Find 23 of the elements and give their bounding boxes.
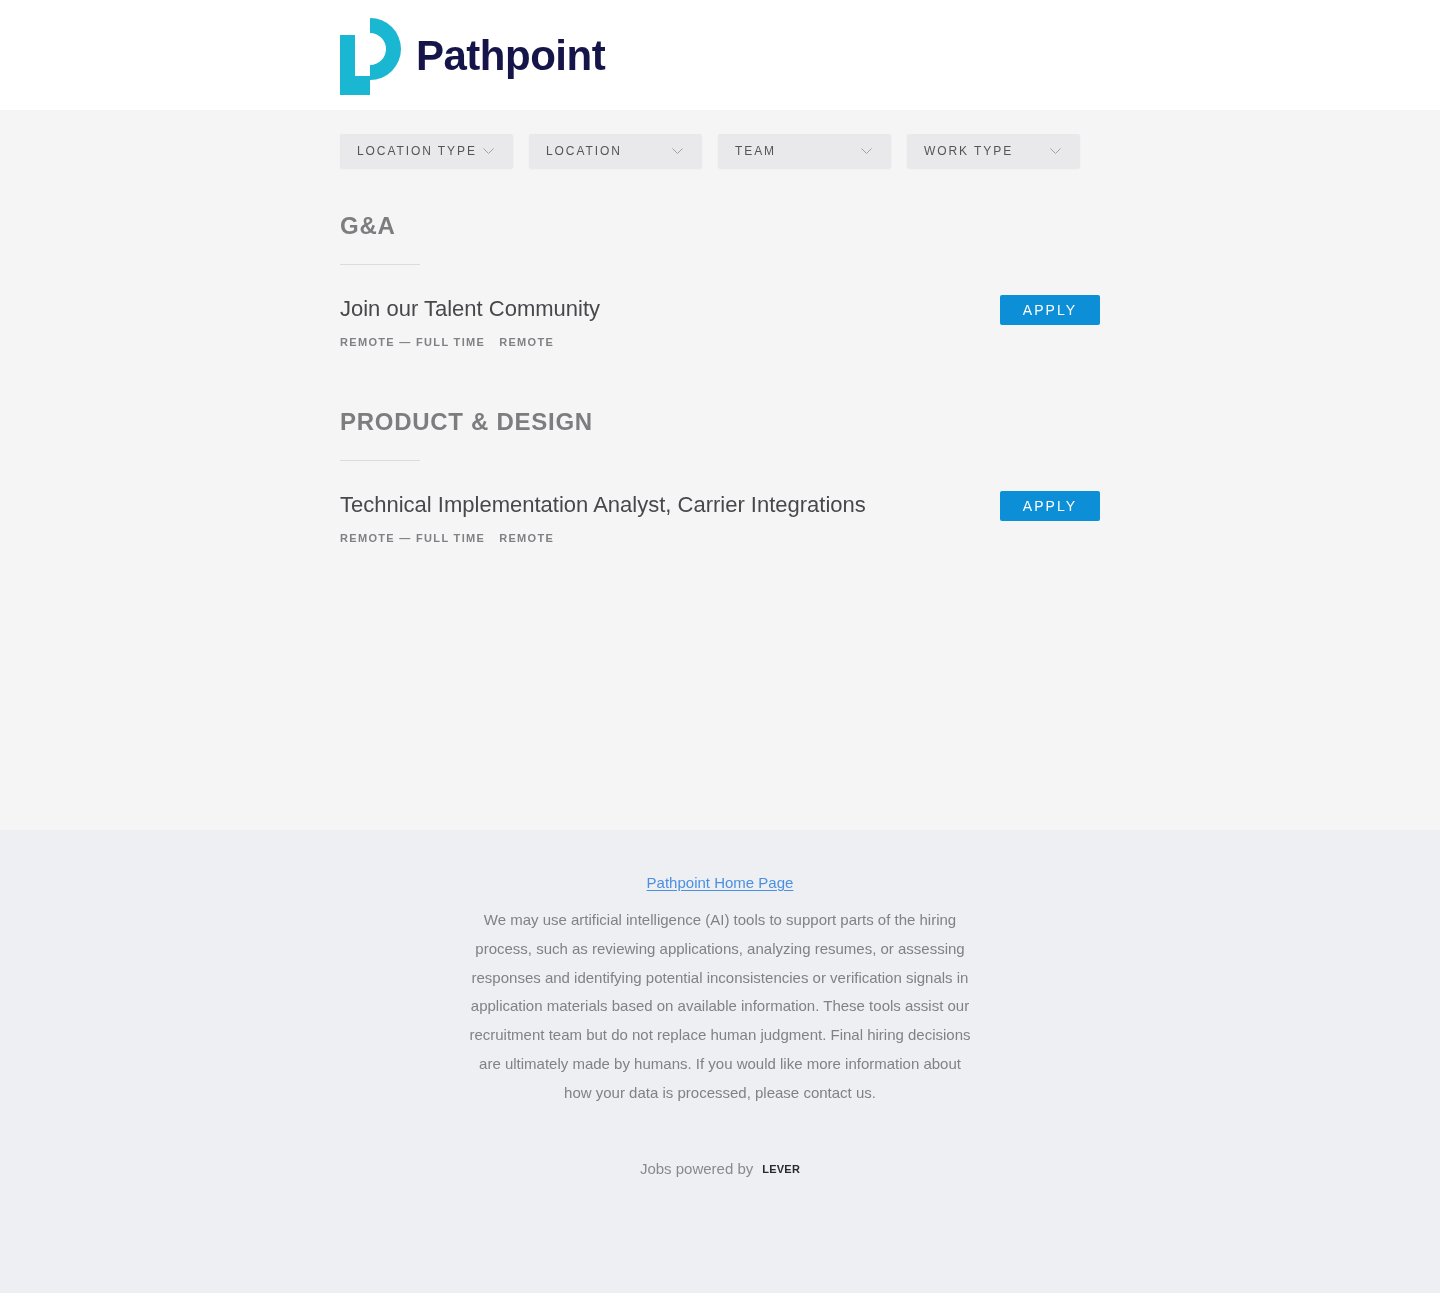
posting-tag: REMOTE [499, 531, 555, 545]
filter-dropdown[interactable]: WORK TYPE [907, 134, 1080, 168]
posting-title-link[interactable]: Technical Implementation Analyst, Carrier Integrations [340, 491, 866, 519]
powered-by-text: Jobs powered by [639, 1158, 754, 1179]
ai-disclaimer-text: We may use artificial intelligence (AI) tools to support parts of the hiring process, such as reviewing applications, analyzing resumes, or assessing responses and identifying potential inconsistencies or verification signals in application materials based on available information. These tools assist our recruitment team but do not replace human judgment. Final hiring decisions are ultimately made by humans. If you would like more information about how your data is processed, please contact us. [468, 910, 972, 1103]
logo-mark-icon [340, 18, 402, 95]
apply-button[interactable]: APPLY [1000, 491, 1100, 521]
chevron-down-icon [672, 148, 683, 154]
logo-wordmark: Pathpoint [416, 31, 606, 80]
filter-dropdown[interactable]: TEAM [718, 134, 891, 168]
chevron-down-icon [483, 148, 494, 154]
lever-logo[interactable]: LEVER [762, 1161, 801, 1178]
team-heading: G&A [340, 212, 397, 240]
posting-tag: REMOTE [499, 335, 555, 349]
team-heading: PRODUCT & DESIGN [340, 408, 594, 436]
filter-dropdown[interactable]: LOCATION [529, 134, 702, 168]
posting-title-link[interactable]: Join our Talent Community [340, 295, 601, 323]
chevron-down-icon [1050, 148, 1061, 154]
posting-tag: REMOTE — FULL TIME [340, 335, 486, 349]
apply-button[interactable]: APPLY [1000, 295, 1100, 325]
chevron-down-icon [861, 148, 872, 154]
filter-dropdown[interactable]: LOCATION TYPE [340, 134, 513, 168]
posting-tag: REMOTE — FULL TIME [340, 531, 486, 545]
